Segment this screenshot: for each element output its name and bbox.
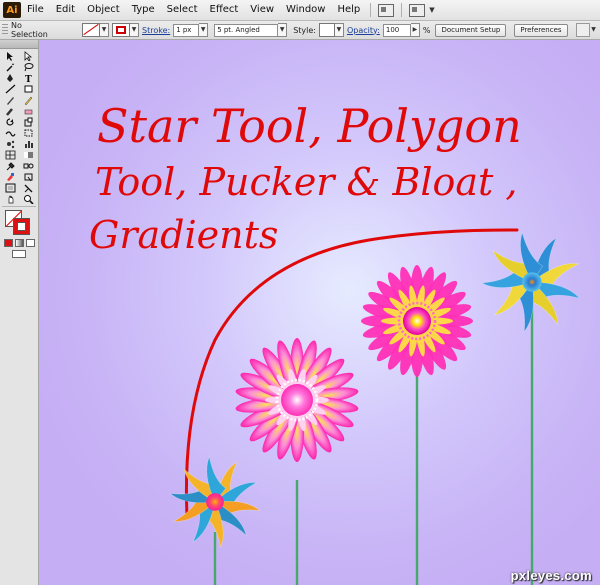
blob-brush-icon[interactable]: [3, 106, 18, 116]
daisy-flower-magenta: [361, 265, 473, 377]
free-transform-icon[interactable]: [21, 128, 36, 138]
stroke-swatch[interactable]: [112, 23, 130, 37]
chevron-down-icon[interactable]: ▼: [130, 23, 139, 37]
opacity-panel-link[interactable]: Opacity:: [347, 26, 380, 35]
eraser-icon[interactable]: [21, 106, 36, 116]
chevron-down-icon[interactable]: ▼: [334, 23, 344, 37]
chevron-down-icon[interactable]: ▼: [100, 23, 109, 37]
menu-file[interactable]: File: [21, 0, 50, 20]
menu-divider: [370, 3, 372, 17]
gradient-icon[interactable]: [21, 150, 36, 160]
hand-icon[interactable]: [3, 194, 18, 204]
stroke-weight-field[interactable]: 1 px: [173, 23, 200, 37]
mesh-icon[interactable]: [3, 150, 18, 160]
chevron-down-icon[interactable]: ▼: [199, 23, 209, 37]
stroke-panel-link[interactable]: Stroke:: [142, 26, 170, 35]
fill-swatch[interactable]: [82, 23, 100, 37]
daisy-flower-pink: [235, 338, 359, 462]
opacity-field[interactable]: 100: [382, 23, 411, 37]
caption-line-1: Star Tool, Polygon: [97, 99, 522, 153]
line-segment-icon[interactable]: [3, 84, 18, 94]
menu-object[interactable]: Object: [81, 0, 126, 20]
style-label: Style:: [293, 25, 316, 35]
svg-text:T: T: [25, 75, 32, 83]
chevron-down-icon[interactable]: ▼: [429, 6, 434, 14]
blend-icon[interactable]: [21, 161, 36, 171]
pinwheel-flower-blue: [480, 231, 581, 333]
watermark-text: pxleyes.com: [510, 568, 592, 583]
fill-stroke-control[interactable]: [3, 210, 37, 236]
magic-wand-icon[interactable]: [3, 62, 18, 72]
pen-icon[interactable]: [3, 73, 18, 83]
column-graph-icon[interactable]: [21, 139, 36, 149]
red-curve-stroke: [184, 228, 519, 518]
arrange-icon[interactable]: [575, 23, 590, 37]
rotate-icon[interactable]: [3, 117, 18, 127]
chevron-right-icon[interactable]: ▶: [410, 23, 420, 37]
menu-window[interactable]: Window: [280, 0, 331, 20]
paintbrush-icon[interactable]: [3, 95, 18, 105]
bridge-icon[interactable]: [378, 3, 395, 17]
color-mode-icon[interactable]: [4, 239, 13, 247]
menu-effect[interactable]: Effect: [204, 0, 245, 20]
arrange-documents-icon[interactable]: [409, 3, 426, 17]
stroke-box[interactable]: [13, 218, 30, 235]
preferences-button[interactable]: Preferences: [514, 23, 568, 37]
selection-arrow-icon[interactable]: [3, 51, 18, 61]
panel-grip[interactable]: [2, 24, 8, 36]
tools-divider: [2, 206, 36, 207]
menu-type[interactable]: Type: [126, 0, 161, 20]
document-canvas[interactable]: Star Tool, Polygon Tool, Pucker & Bloat …: [39, 40, 600, 585]
slice-icon[interactable]: [21, 183, 36, 193]
opacity-unit: %: [422, 25, 431, 35]
brush-definition-field[interactable]: 5 pt. Angled: [214, 23, 279, 37]
tools-panel: T: [0, 40, 39, 585]
zoom-icon[interactable]: [21, 194, 36, 204]
caption-line-3: Gradients: [89, 213, 278, 257]
menu-view[interactable]: View: [244, 0, 280, 20]
tools-panel-header[interactable]: [0, 40, 38, 49]
menu-edit[interactable]: Edit: [50, 0, 81, 20]
caption-line-2: Tool, Pucker & Bloat ,: [95, 160, 518, 204]
menu-help[interactable]: Help: [331, 0, 366, 20]
gradient-mode-icon[interactable]: [15, 239, 24, 247]
menu-divider: [401, 3, 403, 17]
tool-grid: T: [0, 49, 38, 204]
color-mode-row: [0, 236, 38, 247]
selection-status: No Selection: [11, 21, 48, 39]
artwork: Star Tool, Polygon Tool, Pucker & Bloat …: [89, 99, 581, 585]
live-paint-select-icon[interactable]: [21, 172, 36, 182]
control-bar: No Selection ▼ ▼ Stroke: 1 px ▼ 5 pt. An…: [0, 21, 600, 40]
chevron-down-icon[interactable]: ▼: [590, 24, 598, 36]
menu-bar: Ai File Edit Object Type Select Effect V…: [0, 0, 600, 21]
scale-icon[interactable]: [21, 117, 36, 127]
pencil-icon[interactable]: [21, 95, 36, 105]
live-paint-icon[interactable]: [3, 172, 18, 182]
artboard-icon[interactable]: [3, 183, 18, 193]
none-mode-icon[interactable]: [26, 239, 35, 247]
warp-icon[interactable]: [3, 128, 18, 138]
document-setup-button[interactable]: Document Setup: [435, 23, 507, 37]
illustrator-logo-icon[interactable]: Ai: [3, 2, 21, 18]
screen-mode-icon[interactable]: [12, 250, 26, 258]
graphic-style-swatch[interactable]: [318, 23, 335, 37]
lasso-icon[interactable]: [21, 62, 36, 72]
direct-selection-icon[interactable]: [21, 51, 36, 61]
eyedropper-icon[interactable]: [3, 161, 18, 171]
symbol-sprayer-icon[interactable]: [3, 139, 18, 149]
chevron-down-icon[interactable]: ▼: [278, 23, 288, 37]
type-icon[interactable]: T: [21, 73, 36, 83]
screen-mode-row: [0, 247, 38, 258]
menu-select[interactable]: Select: [161, 0, 204, 20]
rectangle-icon[interactable]: [21, 84, 36, 94]
